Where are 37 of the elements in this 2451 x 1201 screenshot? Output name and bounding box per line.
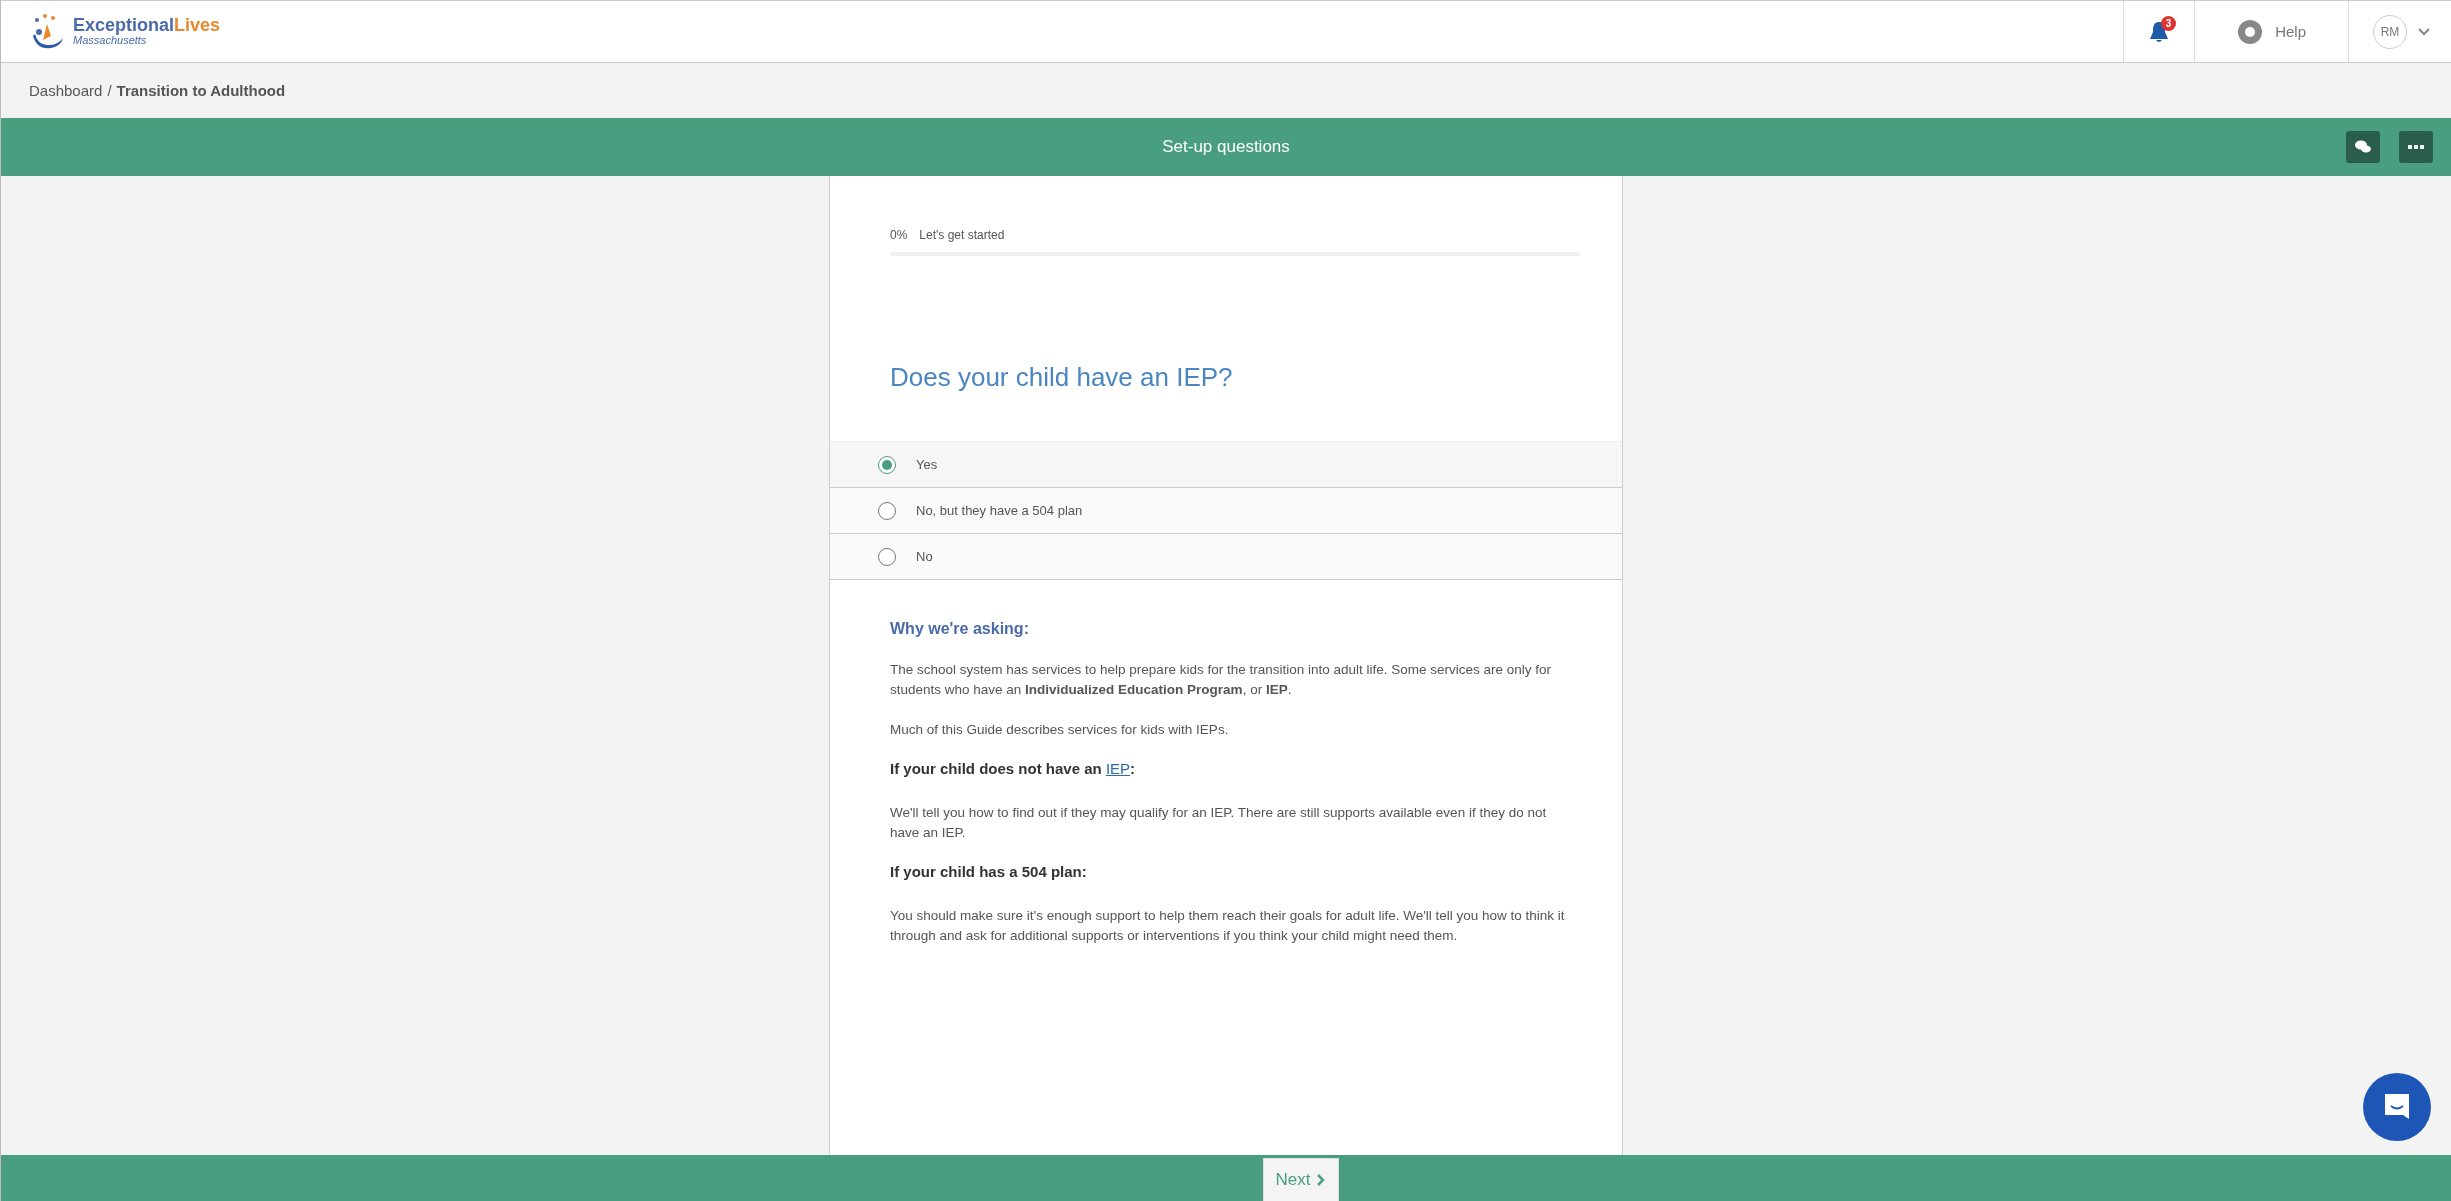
paragraph: You should make sure it's enough support to help them reach their goals for adult life. We'll tell you how to think it through and ask for additional supports or interventions if you think your child might need them. [890,907,1566,945]
speech-bubbles-icon [2354,139,2372,155]
radio-button[interactable] [878,501,896,520]
more-icon [2408,145,2424,149]
chevron-right-icon [1316,1173,1327,1187]
breadcrumb-current: Transition to Adulthood [116,82,286,99]
paragraph: Much of this Guide describes services for kids with IEPs. [890,721,1230,739]
option-label: No [916,549,933,564]
help-button[interactable]: Help [2231,17,2312,46]
radio-button[interactable] [878,547,896,566]
iep-link[interactable]: IEP [1105,760,1131,777]
question-text: Does your child have an IEP? [890,362,1234,393]
subheading-colon: : [1130,760,1136,777]
progress-percent: 0% [890,228,908,242]
answer-option[interactable]: Yes [830,442,1622,488]
bell-icon[interactable] [2148,19,2171,44]
progress-label: Let's get started [919,228,1005,242]
radio-button[interactable] [878,455,896,474]
paragraph: The school system has services to help prepare kids for the transition into adult life. Some services are only for students who have an Individualized Education Program, or IEP. [890,661,1553,699]
answer-option[interactable]: No [830,534,1622,580]
chevron-down-icon[interactable] [2417,26,2431,37]
logo-text: ExceptionalLives [73,16,221,36]
more-button[interactable] [2399,131,2433,163]
page-title: Set-up questions [1162,137,1290,157]
lifebuoy-icon [2237,18,2264,45]
option-label: Yes [916,457,938,472]
subheading: If your child does not have an [890,760,1103,777]
option-label: No, but they have a 504 plan [916,503,1083,518]
answer-option[interactable]: No, but they have a 504 plan [830,488,1622,534]
notification-count: 3 [2161,15,2177,31]
logo-region: Massachusetts [73,35,147,47]
paragraph: We'll tell you how to find out if they may qualify for an IEP. There are still supports available even if they do not have an IEP. [890,804,1548,842]
section-heading: Why we're asking: [890,620,1030,638]
breadcrumb-link[interactable]: Dashboard [29,82,103,99]
breadcrumb-separator: / [107,82,112,99]
subheading: If your child has a 504 plan: [890,863,1088,880]
comments-button[interactable] [2346,131,2380,163]
